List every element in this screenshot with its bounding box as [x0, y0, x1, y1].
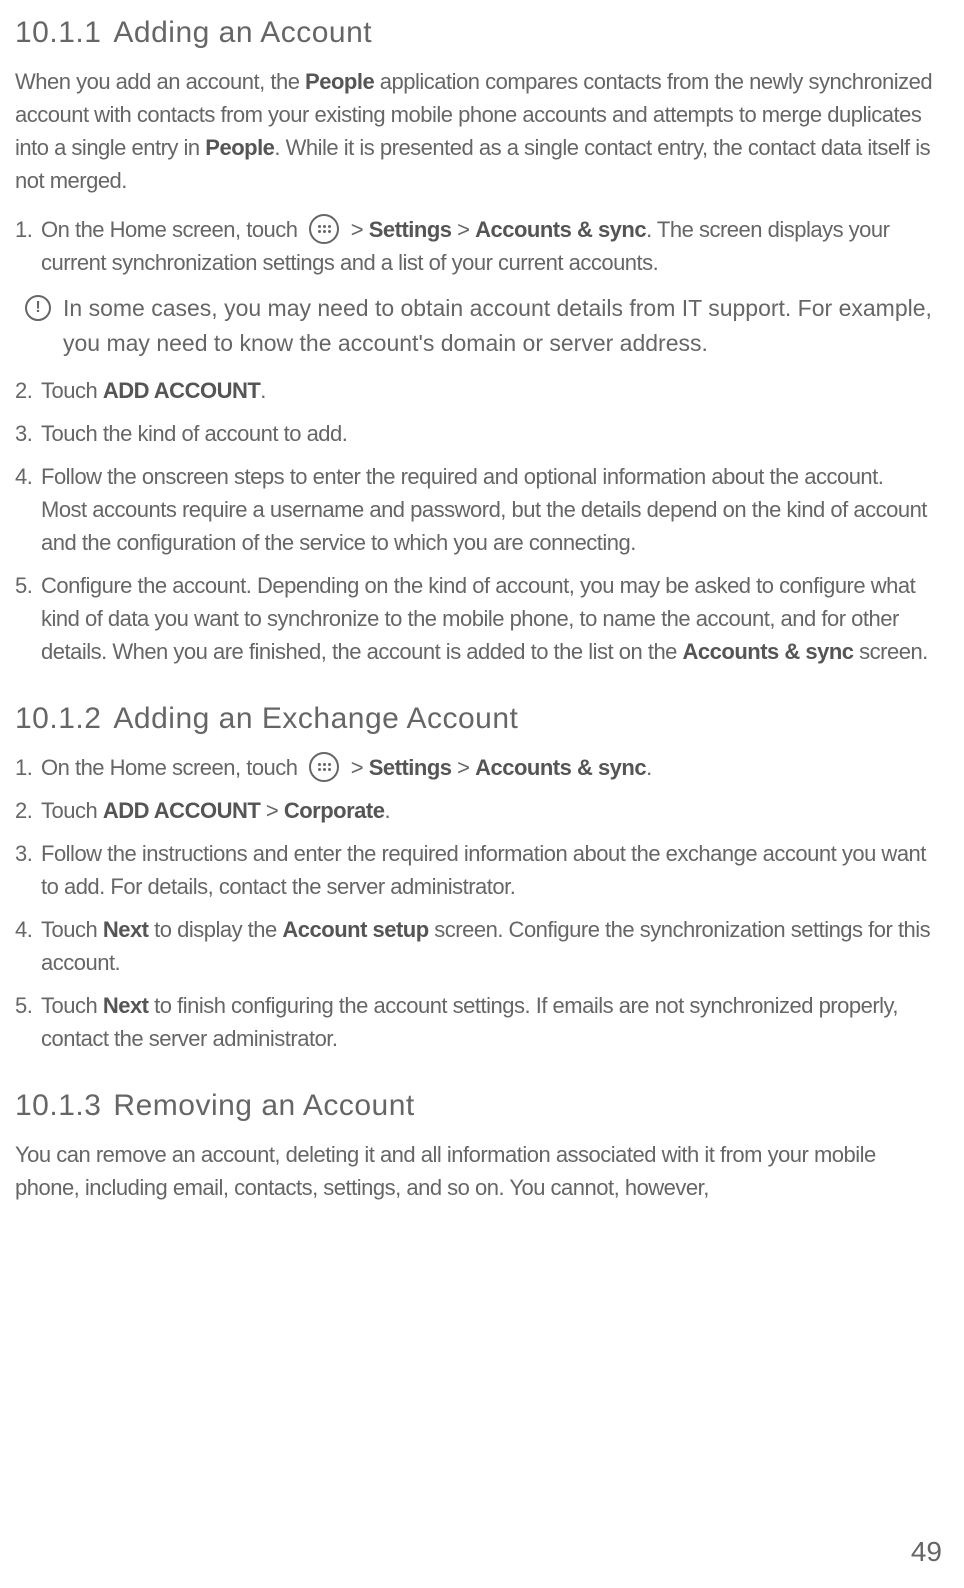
btn-add-account: ADD ACCOUNT: [103, 378, 260, 403]
info-alert-icon: !: [25, 295, 51, 321]
section-title: Adding an Account: [113, 16, 372, 49]
step-1: On the Home screen, touch > Settings > A…: [15, 751, 934, 784]
step-5: Touch Next to finish configuring the acc…: [15, 989, 934, 1055]
section-heading-adding-account: 10.1.1 Adding an Account: [15, 10, 934, 55]
section-title: Adding an Exchange Account: [113, 702, 518, 735]
steps-list-1: On the Home screen, touch > Settings > A…: [15, 213, 934, 279]
step-3: Touch the kind of account to add.: [15, 417, 934, 450]
section-title: Removing an Account: [113, 1089, 414, 1122]
intro-paragraph-removing: You can remove an account, deleting it a…: [15, 1138, 934, 1204]
step-2: Touch ADD ACCOUNT.: [15, 374, 934, 407]
menu-accounts-sync: Accounts & sync: [475, 755, 646, 780]
step-4: Touch Next to display the Account setup …: [15, 913, 934, 979]
section-number: 10.1.1: [15, 16, 101, 49]
app-name-people: People: [305, 69, 374, 94]
section-number: 10.1.2: [15, 702, 101, 735]
note-block: ! In some cases, you may need to obtain …: [15, 291, 934, 360]
menu-settings: Settings: [369, 217, 452, 242]
menu-accounts-sync: Accounts & sync: [475, 217, 646, 242]
option-corporate: Corporate: [284, 798, 385, 823]
page-number: 49: [911, 1531, 942, 1573]
app-name-people: People: [205, 135, 274, 160]
note-text: In some cases, you may need to obtain ac…: [63, 291, 934, 360]
screen-account-setup: Account setup: [282, 917, 428, 942]
btn-add-account: ADD ACCOUNT: [103, 798, 260, 823]
btn-next: Next: [103, 993, 149, 1018]
screen-accounts-sync: Accounts & sync: [683, 639, 854, 664]
menu-settings: Settings: [369, 755, 452, 780]
step-1: On the Home screen, touch > Settings > A…: [15, 213, 934, 279]
step-3: Follow the instructions and enter the re…: [15, 837, 934, 903]
apps-grid-icon: [309, 214, 339, 244]
section-heading-removing-account: 10.1.3 Removing an Account: [15, 1083, 934, 1128]
step-2: Touch ADD ACCOUNT > Corporate.: [15, 794, 934, 827]
intro-paragraph: When you add an account, the People appl…: [15, 65, 934, 197]
steps-list-1-cont: Touch ADD ACCOUNT. Touch the kind of acc…: [15, 374, 934, 668]
step-5: Configure the account. Depending on the …: [15, 569, 934, 668]
steps-list-2: On the Home screen, touch > Settings > A…: [15, 751, 934, 1055]
section-number: 10.1.3: [15, 1089, 101, 1122]
section-heading-exchange-account: 10.1.2 Adding an Exchange Account: [15, 696, 934, 741]
btn-next: Next: [103, 917, 149, 942]
apps-grid-icon: [309, 752, 339, 782]
step-4: Follow the onscreen steps to enter the r…: [15, 460, 934, 559]
